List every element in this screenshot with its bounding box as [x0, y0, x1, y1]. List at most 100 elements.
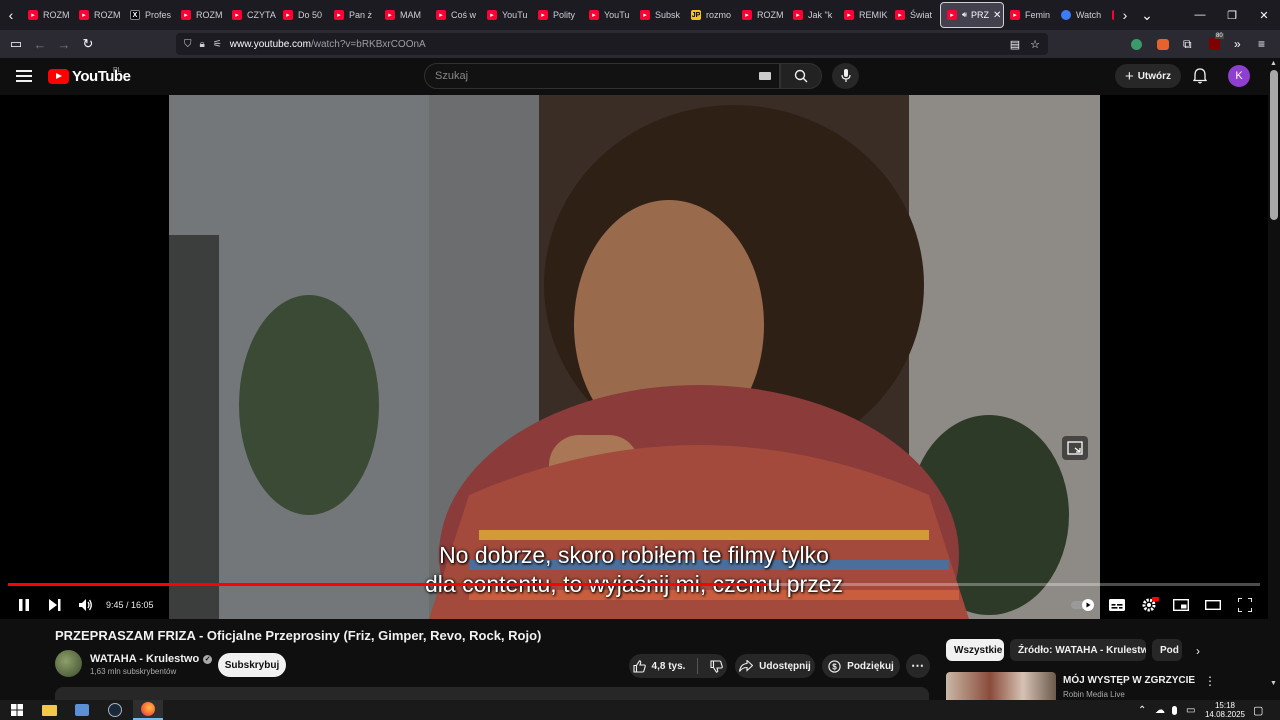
subscribe-button[interactable]: Subskrybuj — [218, 653, 286, 677]
dislike-button[interactable] — [704, 659, 724, 673]
permissions-icon[interactable]: ⚟ — [213, 39, 222, 50]
vpn-extension-icon[interactable] — [1131, 30, 1142, 58]
like-button[interactable]: 4,8 tys. — [632, 659, 692, 673]
browser-tab[interactable]: JP rozmo — [685, 2, 736, 28]
description-box[interactable] — [55, 687, 929, 700]
browser-tab-strip: ‹ ▸ ROZM ▸ ROZM X Profes ▸ ROZM ▸ CZYTA ▸ Do 50 ▸ Pan… — [0, 0, 1280, 30]
recommendation-title[interactable]: MÓJ WYSTĘP W ZGRZYCIE — [1063, 675, 1195, 686]
browser-tab[interactable]: ▸ Polity — [532, 2, 583, 28]
minimize-button[interactable]: — — [1184, 0, 1216, 30]
close-tab-icon[interactable]: ✕ — [993, 10, 1001, 21]
pause-button[interactable] — [14, 591, 34, 619]
thanks-button[interactable]: $ Podziękuj — [822, 654, 900, 678]
video-player[interactable]: No dobrze, skoro robiłem te filmy tylko … — [0, 95, 1268, 619]
miniplayer-overlay-button[interactable] — [1062, 436, 1088, 460]
firefox-icon[interactable] — [133, 700, 163, 720]
tab-list-dropdown-icon[interactable]: ⌄ — [1136, 0, 1158, 30]
file-explorer-icon[interactable] — [34, 700, 64, 720]
more-actions-button[interactable]: ⋯ — [906, 654, 930, 678]
sidebar-toggle-icon[interactable]: ▭ — [4, 30, 28, 58]
chip-related[interactable]: Pod — [1152, 639, 1182, 661]
browser-tab[interactable]: ▸ MAM — [379, 2, 430, 28]
notification-center-icon[interactable]: ▢ — [1253, 700, 1263, 720]
browser-tab[interactable]: ▸ Świat — [889, 2, 940, 28]
restore-button[interactable]: ❐ — [1216, 0, 1248, 30]
share-button[interactable]: Udostępnij — [735, 654, 815, 678]
tracking-shield-icon[interactable]: ⛉ — [184, 39, 192, 50]
recommendation-thumbnail[interactable] — [946, 672, 1056, 700]
reader-view-icon[interactable]: ▤ — [1010, 38, 1020, 51]
close-window-button[interactable]: ✕ — [1248, 0, 1280, 30]
recommendation-menu-icon[interactable]: ⋮ — [1204, 674, 1216, 688]
channel-name-link[interactable]: WATAHA - Krulestwo ✓ — [90, 653, 213, 665]
fox-extension-icon[interactable] — [1157, 30, 1169, 58]
scroll-down-arrow-icon[interactable]: ▼ — [1270, 680, 1277, 687]
settings-button[interactable] — [1139, 591, 1161, 619]
browser-tab[interactable]: ▸ Femin — [1004, 2, 1055, 28]
steam-icon[interactable] — [100, 700, 130, 720]
autoplay-toggle[interactable] — [1070, 591, 1096, 619]
browser-tab[interactable]: ▸ ROZM — [175, 2, 226, 28]
back-button[interactable]: ← — [28, 30, 52, 58]
next-button[interactable] — [45, 591, 65, 619]
create-button[interactable]: + Utwórz — [1115, 64, 1181, 88]
miniplayer-button[interactable] — [1170, 591, 1192, 619]
channel-avatar[interactable] — [55, 650, 82, 677]
browser-tab[interactable]: ▸ ROZM — [22, 2, 73, 28]
tabs-scroll-left-icon[interactable]: ‹ — [0, 0, 22, 30]
browser-tab[interactable]: ▸ ROZM — [736, 2, 787, 28]
keyboard-icon[interactable] — [759, 72, 771, 80]
chips-next-chevron-icon[interactable]: › — [1190, 641, 1206, 661]
account-avatar[interactable]: K — [1228, 65, 1250, 87]
onedrive-icon[interactable]: ☁ — [1155, 700, 1165, 720]
youtube-icon: ▸ — [487, 10, 497, 20]
browser-tab[interactable]: X Profes — [124, 2, 175, 28]
subtitles-button[interactable] — [1106, 591, 1128, 619]
ublock-extension-icon[interactable]: 80 — [1209, 30, 1224, 58]
page-scrollbar[interactable]: ▲ ▼ — [1268, 58, 1280, 700]
reload-button[interactable]: ↻ — [76, 30, 100, 58]
speaker-icon[interactable]: 🔊︎ — [962, 10, 967, 20]
fullscreen-button[interactable] — [1234, 591, 1256, 619]
network-app-icon[interactable] — [67, 700, 97, 720]
browser-tab-active[interactable]: ▸ 🔊︎ PRZ ✕ — [940, 2, 1004, 28]
chip-all[interactable]: Wszystkie — [946, 639, 1004, 661]
bookmark-star-icon[interactable]: ☆ — [1030, 38, 1040, 51]
extensions-puzzle-icon[interactable]: ⧉ — [1183, 30, 1192, 58]
overflow-chevron-icon[interactable]: » — [1234, 30, 1241, 58]
browser-tab[interactable]: ▸ CZYTA — [226, 2, 277, 28]
browser-tab[interactable]: ▸ YouTu — [583, 2, 634, 28]
voice-search-button[interactable] — [832, 63, 859, 89]
browser-tab[interactable]: ▸ Pan ż — [328, 2, 379, 28]
network-tray-icon[interactable]: ▭ — [1186, 700, 1195, 720]
browser-tab[interactable]: Watch — [1055, 2, 1106, 28]
recommendation-channel[interactable]: Robin Media Live — [1063, 690, 1125, 699]
chip-source-channel[interactable]: Źródło: WATAHA - Krulestwo — [1010, 639, 1146, 661]
notifications-button[interactable] — [1190, 66, 1210, 86]
url-bar[interactable]: ⛉ 🔒︎ ⚟ www.youtube.com/watch?v=bRKBxrCOO… — [176, 33, 1048, 55]
taskbar-clock[interactable]: 15:18 14.08.2025 — [1196, 701, 1254, 719]
tabs-scroll-right-icon[interactable]: › — [1114, 0, 1136, 30]
theater-mode-button[interactable] — [1202, 591, 1224, 619]
browser-tab[interactable]: ▸ Coś w — [430, 2, 481, 28]
scroll-up-arrow-icon[interactable]: ▲ — [1270, 60, 1277, 67]
browser-tab[interactable]: ▸ ROZM — [73, 2, 124, 28]
progress-bar[interactable] — [8, 583, 1260, 586]
forward-button[interactable]: → — [52, 30, 76, 58]
mute-button[interactable] — [76, 591, 96, 619]
lock-icon[interactable]: 🔒︎ — [200, 39, 205, 50]
app-menu-icon[interactable]: ≡ — [1258, 30, 1265, 58]
guide-menu-icon[interactable] — [16, 70, 32, 82]
browser-tab[interactable]: ▸ — [1106, 2, 1114, 28]
scrollbar-thumb[interactable] — [1270, 70, 1278, 220]
tray-overflow-icon[interactable]: ⌃ — [1138, 700, 1146, 720]
search-input[interactable]: Szukaj — [424, 63, 780, 89]
browser-tab[interactable]: ▸ Do 50 — [277, 2, 328, 28]
microphone-tray-icon[interactable] — [1172, 700, 1177, 720]
browser-tab[interactable]: ▸ YouTu — [481, 2, 532, 28]
browser-tab[interactable]: ▸ REMIK — [838, 2, 889, 28]
browser-tab[interactable]: ▸ Subsk — [634, 2, 685, 28]
start-menu-icon[interactable] — [2, 700, 32, 720]
search-button[interactable] — [780, 63, 822, 89]
browser-tab[interactable]: ▸ Jak "k — [787, 2, 838, 28]
